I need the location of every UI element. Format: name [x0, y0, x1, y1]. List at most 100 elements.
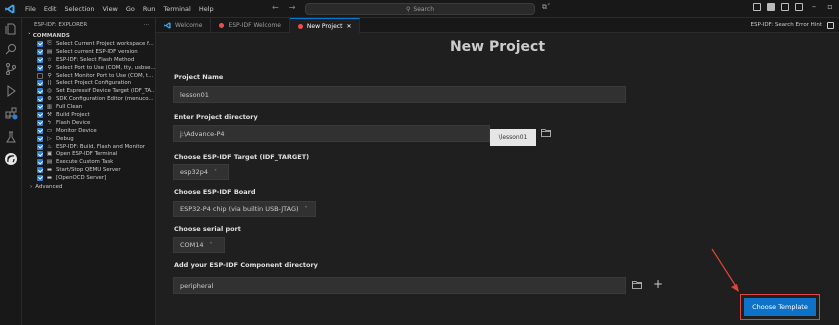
- command-center-search[interactable]: ⚲ Search: [305, 3, 535, 15]
- command-item[interactable]: ⟨⟩ Select Project Configuration: [22, 79, 155, 87]
- editor-actions: ESP-IDF: Search Error Hint: [751, 18, 839, 32]
- checkbox[interactable]: [37, 48, 43, 55]
- checkbox[interactable]: [37, 72, 43, 79]
- toggle-panel-icon[interactable]: [781, 2, 789, 11]
- project-dir-suffix: \lesson01: [490, 129, 536, 146]
- monitor-icon: ▭: [46, 127, 53, 134]
- folders-icon: ⎘: [47, 40, 52, 47]
- tab-esp-idf-welcome[interactable]: ESP-IDF Welcome: [211, 18, 290, 33]
- project-dir-input[interactable]: j:\Advance-P4: [173, 125, 490, 142]
- checkbox[interactable]: [37, 104, 43, 111]
- component-dir-input[interactable]: peripheral: [173, 277, 626, 294]
- search-icon[interactable]: [4, 42, 18, 56]
- stack-icon: ▤: [46, 48, 53, 55]
- command-item[interactable]: ☆ ESP-IDF: Select Flash Method: [22, 56, 155, 64]
- tab-welcome[interactable]: Welcome: [156, 18, 212, 33]
- restore-icon[interactable]: ▫: [825, 2, 835, 11]
- tab-label: Welcome: [175, 22, 203, 29]
- board-label: Choose ESP-IDF Board: [174, 188, 256, 196]
- command-label: Select Port to Use (COM, tty, usbse...: [56, 64, 155, 71]
- commands-section-header[interactable]: ˅ COMMANDS: [22, 31, 155, 40]
- command-item[interactable]: ⚲ Select Monitor Port to Use (COM, t...: [22, 72, 155, 80]
- split-editor-icon[interactable]: [827, 21, 834, 29]
- testing-icon[interactable]: [4, 130, 18, 144]
- menu-item-selection[interactable]: Selection: [60, 5, 98, 13]
- checkbox[interactable]: [37, 175, 43, 182]
- advanced-section-header[interactable]: › Advanced: [22, 182, 155, 191]
- checkbox[interactable]: [37, 64, 43, 71]
- checkbox[interactable]: [37, 40, 43, 47]
- command-item[interactable]: ▷ Debug: [22, 135, 155, 143]
- folder-icon[interactable]: [632, 281, 642, 289]
- run-debug-icon[interactable]: [4, 84, 18, 98]
- command-item[interactable]: ▤ Execute Custom Task: [22, 158, 155, 166]
- command-label: Select Project Configuration: [56, 80, 132, 87]
- star-icon: ☆: [47, 56, 52, 63]
- command-item[interactable]: ♨ ESP-IDF: Build, Flash and Monitor: [22, 143, 155, 151]
- menu-item-help[interactable]: Help: [195, 5, 218, 13]
- menu-item-edit[interactable]: Edit: [40, 5, 61, 13]
- tab-new-project[interactable]: New Project ✕: [289, 18, 361, 33]
- checkbox[interactable]: [37, 88, 43, 95]
- command-item[interactable]: ▣ Open ESP-IDF Terminal: [22, 150, 155, 158]
- source-control-icon[interactable]: [4, 62, 18, 76]
- checkbox[interactable]: [37, 56, 43, 63]
- command-label: ESP-IDF: Build, Flash and Monitor: [56, 143, 146, 150]
- forward-arrow-icon[interactable]: →: [289, 3, 296, 12]
- serial-port-select[interactable]: COM14 ˅: [173, 237, 225, 253]
- command-item[interactable]: ▥ Full Clean: [22, 103, 155, 111]
- checkbox[interactable]: [37, 96, 43, 103]
- chevron-down-icon: ˅: [304, 205, 308, 213]
- extensions-icon[interactable]: [4, 106, 18, 120]
- command-item[interactable]: ⚲ Select Port to Use (COM, tty, usbse...: [22, 64, 155, 72]
- chevron-down-icon: ˅: [214, 168, 218, 176]
- checkbox[interactable]: [37, 159, 43, 166]
- checkbox[interactable]: [37, 119, 43, 126]
- menu-item-run[interactable]: Run: [139, 5, 159, 13]
- checkbox[interactable]: [37, 80, 43, 87]
- copilot-icon[interactable]: ⧉˅: [542, 3, 551, 12]
- command-item[interactable]: ▤ Select current ESP-IDF version: [22, 48, 155, 56]
- close-icon[interactable]: ✕: [346, 23, 351, 30]
- chevron-right-icon: ›: [30, 183, 33, 190]
- command-item[interactable]: ⚒ Build Project: [22, 111, 155, 119]
- flame-icon: ♨: [47, 143, 52, 150]
- target-select[interactable]: esp32p4 ˅: [173, 164, 229, 180]
- menu-item-file[interactable]: File: [21, 5, 40, 13]
- explorer-icon[interactable]: [4, 22, 18, 36]
- command-item[interactable]: ▬ [OpenOCD Server]: [22, 174, 155, 182]
- plug-icon: ⚲: [47, 72, 52, 79]
- command-item[interactable]: ▭ Monitor Device: [22, 127, 155, 135]
- choose-template-button[interactable]: Choose Template: [744, 298, 816, 316]
- back-arrow-icon[interactable]: ←: [272, 3, 279, 12]
- more-actions-icon[interactable]: ···: [144, 22, 149, 28]
- minimize-icon[interactable]: –: [809, 2, 819, 11]
- plug-icon: ⚲: [47, 64, 52, 71]
- command-item[interactable]: ◎ Set Espressif Device Target (IDF_TA...: [22, 87, 155, 95]
- advanced-label: Advanced: [35, 183, 63, 190]
- toggle-sidebar-icon[interactable]: [767, 2, 775, 11]
- command-item[interactable]: ⚙ SDK Configuration Editor (menuco...: [22, 95, 155, 103]
- search-error-hint-button[interactable]: ESP-IDF: Search Error Hint: [751, 22, 822, 28]
- checkbox[interactable]: [37, 167, 43, 174]
- project-name-input[interactable]: lesson01: [173, 86, 626, 103]
- menu-item-view[interactable]: View: [98, 5, 121, 13]
- command-item[interactable]: ▬ Start/Stop QEMU Server: [22, 166, 155, 174]
- tab-label: ESP-IDF Welcome: [228, 22, 281, 29]
- board-select[interactable]: ESP32-P4 chip (via builtin USB-JTAG) ˅: [173, 201, 316, 217]
- esp-idf-icon[interactable]: [4, 152, 18, 166]
- checkbox[interactable]: [37, 143, 43, 150]
- menu-item-go[interactable]: Go: [122, 5, 139, 13]
- command-label: Open ESP-IDF Terminal: [56, 151, 118, 158]
- checkbox[interactable]: [37, 135, 43, 142]
- folder-icon[interactable]: [541, 129, 551, 137]
- command-item[interactable]: ⎘ Select Current Project workspace f...: [22, 40, 155, 48]
- checkbox[interactable]: [37, 111, 43, 118]
- toggle-secondary-sidebar-icon[interactable]: [795, 2, 803, 11]
- add-component-button[interactable]: +: [653, 278, 663, 290]
- checkbox[interactable]: [37, 127, 43, 134]
- checkbox[interactable]: [37, 151, 43, 158]
- menu-item-terminal[interactable]: Terminal: [159, 5, 194, 13]
- layout-toggle-icon[interactable]: [753, 2, 761, 11]
- command-item[interactable]: ϟ Flash Device: [22, 119, 155, 127]
